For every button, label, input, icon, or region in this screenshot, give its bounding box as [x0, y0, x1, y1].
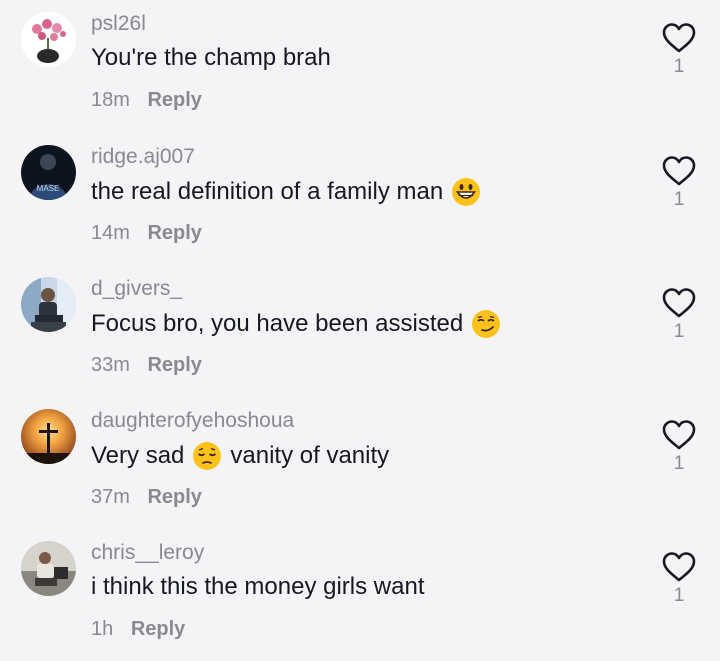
timestamp: 1h	[91, 618, 114, 640]
like-button[interactable]: 1	[659, 419, 699, 475]
comment-text-main: Very sad	[91, 442, 185, 469]
reply-button[interactable]: Reply	[147, 89, 201, 111]
heart-outline-icon	[662, 288, 696, 318]
reply-button[interactable]: Reply	[131, 618, 185, 640]
username[interactable]: d_givers_	[91, 277, 182, 301]
comment-text-main: You're the champ brah	[91, 44, 331, 71]
timestamp: 37m	[91, 486, 130, 508]
comment-meta: 14m Reply	[91, 222, 202, 245]
comment-item: psl26l You're the champ brah 18m Reply 1	[0, 0, 720, 132]
like-count: 1	[673, 585, 685, 606]
like-button[interactable]: 1	[659, 551, 699, 607]
username[interactable]: ridge.aj007	[91, 145, 195, 169]
comment-item: d_givers_ Focus bro, you have been assis…	[0, 265, 720, 397]
comment-item: daughterofyehoshoua Very sad vanity of v…	[0, 397, 720, 529]
like-count: 1	[673, 189, 685, 210]
comment-text-after: vanity of vanity	[230, 442, 390, 469]
username[interactable]: chris__leroy	[91, 541, 204, 565]
reply-button[interactable]: Reply	[147, 354, 201, 376]
comment-text-main: the real definition of a family man	[91, 178, 444, 205]
reply-button[interactable]: Reply	[147, 222, 201, 244]
heart-outline-icon	[662, 420, 696, 450]
comment-meta: 33m Reply	[91, 354, 202, 377]
comment-text-main: Focus bro, you have been assisted	[91, 310, 464, 337]
comment-text: the real definition of a family man	[91, 177, 489, 207]
comment-text: You're the champ brah	[91, 44, 331, 72]
pensive-face-emoji	[193, 442, 222, 470]
avatar[interactable]	[21, 409, 76, 464]
heart-outline-icon	[662, 156, 696, 186]
heart-outline-icon	[662, 23, 696, 53]
timestamp: 18m	[91, 89, 130, 111]
grinning-face-emoji	[452, 178, 481, 206]
avatar[interactable]	[21, 12, 76, 67]
reply-button[interactable]: Reply	[147, 486, 201, 508]
svg-text:MASE: MASE	[37, 184, 60, 193]
avatar[interactable]: MASE	[21, 145, 76, 200]
timestamp: 33m	[91, 354, 130, 376]
username[interactable]: daughterofyehoshoua	[91, 409, 294, 433]
comment-meta: 37m Reply	[91, 486, 202, 509]
smirking-face-emoji	[472, 310, 501, 338]
heart-outline-icon	[662, 552, 696, 582]
avatar[interactable]	[21, 541, 76, 596]
comment-text: Very sad vanity of vanity	[91, 441, 389, 471]
like-count: 1	[673, 321, 685, 342]
like-button[interactable]: 1	[659, 22, 699, 78]
comment-text: i think this the money girls want	[91, 573, 424, 601]
username[interactable]: psl26l	[91, 12, 146, 36]
like-count: 1	[673, 453, 685, 474]
comment-meta: 1h Reply	[91, 618, 185, 641]
comment-text: Focus bro, you have been assisted	[91, 309, 509, 339]
comment-meta: 18m Reply	[91, 89, 202, 112]
comment-text-main: i think this the money girls want	[91, 573, 425, 600]
like-button[interactable]: 1	[659, 155, 699, 211]
like-count: 1	[673, 56, 685, 77]
timestamp: 14m	[91, 222, 130, 244]
comment-item: chris__leroy i think this the money girl…	[0, 529, 720, 661]
like-button[interactable]: 1	[659, 287, 699, 343]
comment-item: MASE ridge.aj007 the real definition of …	[0, 133, 720, 265]
avatar[interactable]	[21, 277, 76, 332]
